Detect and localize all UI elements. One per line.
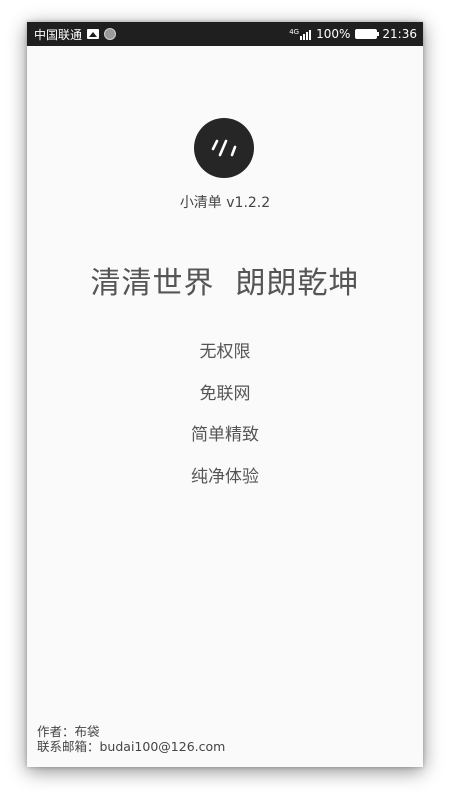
circle-notification-icon (104, 28, 117, 40)
app-logo-icon (194, 118, 254, 178)
app-name-version: 小清单 v1.2.2 (179, 195, 271, 211)
battery-percent: 100% (316, 27, 351, 41)
status-bar: 中国联通 4G 100% 21:36 (27, 22, 423, 46)
signal-icon: 4G (289, 28, 312, 40)
clock: 21:36 (382, 27, 417, 41)
battery-icon (355, 29, 380, 39)
feature-item: 无权限 (199, 342, 251, 362)
feature-item: 免联网 (199, 383, 251, 404)
slogan: 清清世界 朗朗乾坤 (90, 266, 360, 301)
footer: 作者：布袋 联系邮箱：budai100@126.com (37, 724, 225, 754)
app-screen: 中国联通 4G 100% 21:36 小清单 v1.2.2 清清世界 朗朗乾坤 (27, 22, 423, 767)
author-label: 作者：布袋 (37, 724, 100, 739)
feature-list: 无权限 免联网 简单精致 纯净体验 (27, 340, 423, 506)
feature-item: 纯净体验 (191, 466, 259, 487)
network-type-label: 4G (289, 28, 300, 36)
contact-email: 联系邮箱：budai100@126.com (37, 739, 226, 754)
carrier-label: 中国联通 (34, 27, 83, 42)
image-notification-icon (87, 29, 100, 39)
feature-item: 简单精致 (191, 425, 259, 445)
